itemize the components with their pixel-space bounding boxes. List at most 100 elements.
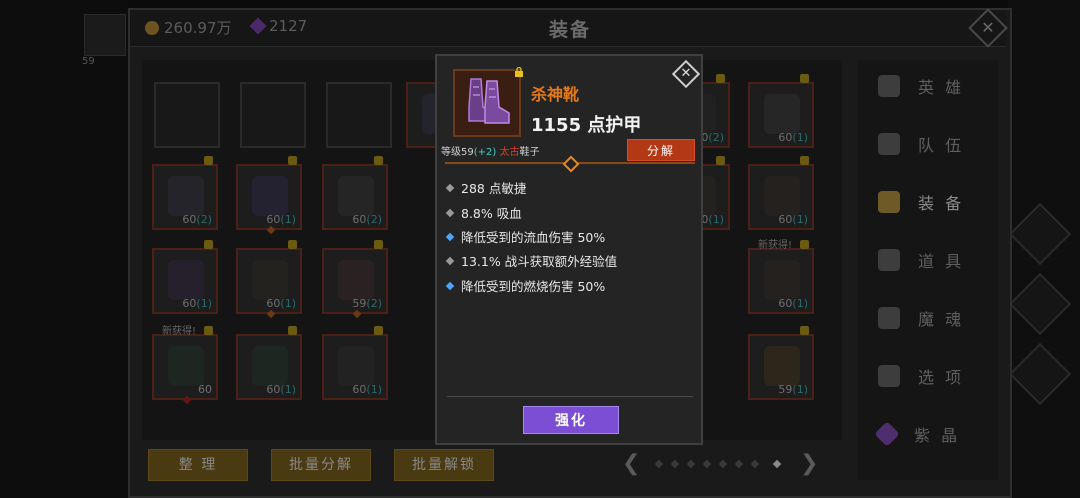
sword-icon (764, 94, 800, 134)
sort-button[interactable]: 整 理 (148, 449, 248, 481)
boots-icon (168, 176, 204, 216)
menu-item-equipment[interactable]: 装 备 (878, 182, 988, 222)
inventory-slot[interactable] (154, 82, 220, 148)
item-icon-frame (453, 69, 521, 137)
item-level: 59(2) (352, 297, 382, 310)
item-type: 鞋子 (519, 147, 540, 158)
inventory-slot[interactable]: 60(1) (748, 74, 814, 148)
page-dot[interactable] (734, 459, 744, 469)
flame-icon (878, 307, 900, 329)
stat-line: 降低受到的流血伤害 50% (445, 227, 605, 246)
page-dot[interactable] (670, 459, 680, 469)
crystal-icon (249, 17, 267, 35)
hero-level: 59 (82, 56, 95, 67)
divider (447, 396, 693, 397)
menu-label: 选 项 (918, 368, 965, 387)
menu-label: 英 雄 (918, 78, 965, 97)
strengthen-button[interactable]: 强化 (523, 406, 619, 434)
menu-label: 队 伍 (918, 136, 965, 155)
divider-diamond (562, 155, 580, 173)
lock-icon (204, 240, 213, 249)
lock-icon (374, 240, 383, 249)
inventory-slot[interactable]: 59(2) (322, 240, 388, 319)
stat-line: 降低受到的燃烧伤害 50% (445, 276, 605, 295)
gold-counter: 260.97万 (145, 17, 232, 38)
lock-icon (288, 240, 297, 249)
lock-icon (374, 156, 383, 165)
lock-icon (374, 326, 383, 335)
item-level: 60(1) (266, 297, 296, 310)
bag-icon (878, 249, 900, 271)
item-level-bonus: (+2) (473, 147, 497, 158)
lock-icon (800, 240, 809, 249)
item-level: 60(1) (266, 383, 296, 396)
decompose-button[interactable]: 分解 (627, 139, 695, 161)
lock-icon (716, 156, 725, 165)
chevron-right-icon[interactable]: ❯ (800, 451, 818, 476)
armor-icon (338, 260, 374, 300)
inventory-slot[interactable]: 59(1) (748, 326, 814, 400)
close-icon: ✕ (680, 66, 692, 81)
inventory-slot[interactable] (240, 82, 306, 148)
spear-icon (764, 176, 800, 216)
inventory-slot[interactable]: 新获得! 60(1) (748, 240, 814, 314)
menu-label: 紫 晶 (914, 426, 961, 445)
left-panel: 59 (0, 0, 128, 498)
item-armor: 1155 点护甲 (531, 115, 642, 136)
inventory-slot[interactable]: 60(1) (152, 240, 218, 314)
staff-icon (252, 260, 288, 300)
page-dot[interactable] (702, 459, 712, 469)
page-dot[interactable] (686, 459, 696, 469)
lock-icon (800, 326, 809, 335)
rarity-marker (266, 225, 276, 235)
crystal-amount: 2127 (269, 17, 308, 35)
item-art (764, 346, 800, 386)
hero-portrait[interactable] (84, 14, 126, 56)
helmet-icon (878, 191, 900, 213)
page-dot-active[interactable] (772, 459, 782, 469)
inventory-slot[interactable]: 60(1) (322, 326, 388, 400)
menu-item-options[interactable]: 选 项 (878, 356, 988, 396)
bulk-unlock-button[interactable]: 批量解锁 (394, 449, 494, 481)
inventory-slot[interactable]: 60(2) (322, 156, 388, 230)
item-level: 60(1) (778, 131, 808, 144)
bullet-icon (445, 232, 455, 241)
crystal-icon (874, 421, 900, 447)
page-title: 装备 (548, 19, 591, 41)
inventory-slot[interactable]: 60(1) (236, 240, 302, 319)
menu-item-team[interactable]: 队 伍 (878, 124, 988, 164)
item-level: 等级59 (441, 147, 474, 158)
inventory-slot[interactable]: 60(2) (152, 156, 218, 230)
lock-icon (288, 156, 297, 165)
item-level: 60(1) (352, 383, 382, 396)
bulk-decompose-button[interactable]: 批量分解 (271, 449, 371, 481)
helmet-icon (338, 176, 374, 216)
inventory-slot[interactable]: 60(1) (236, 326, 302, 400)
item-level: 60(1) (266, 213, 296, 226)
new-label: 新获得! (162, 326, 197, 337)
gold-amount: 260.97万 (164, 19, 232, 37)
inventory-slot[interactable]: 60(1) (236, 156, 302, 235)
bullet-icon (445, 256, 455, 265)
page-dot[interactable] (654, 459, 664, 469)
people-icon (878, 75, 900, 97)
menu-item-heroes[interactable]: 英 雄 (878, 66, 988, 106)
lock-icon[interactable] (514, 67, 524, 77)
inventory-slot[interactable]: 新获得! 60 (152, 326, 218, 405)
page-indicator: ❮ ❯ (622, 451, 822, 477)
armor-icon (338, 346, 374, 386)
menu-item-items[interactable]: 道 具 (878, 240, 988, 280)
menu-label: 魔 魂 (918, 310, 965, 329)
menu-item-souls[interactable]: 魔 魂 (878, 298, 988, 338)
inventory-slot[interactable]: 60(1) (748, 156, 814, 230)
page-dot[interactable] (718, 459, 728, 469)
menu-item-crystal[interactable]: 紫 晶 (874, 414, 988, 454)
page-dot[interactable] (750, 459, 760, 469)
close-dialog-button[interactable]: ✕ (671, 59, 701, 89)
inventory-slot[interactable] (326, 82, 392, 148)
item-tier: 太古 (499, 147, 520, 158)
book-icon (252, 346, 288, 386)
crystal-counter: 2127 (249, 17, 308, 35)
chevron-left-icon[interactable]: ❮ (622, 451, 640, 476)
lock-icon (288, 326, 297, 335)
